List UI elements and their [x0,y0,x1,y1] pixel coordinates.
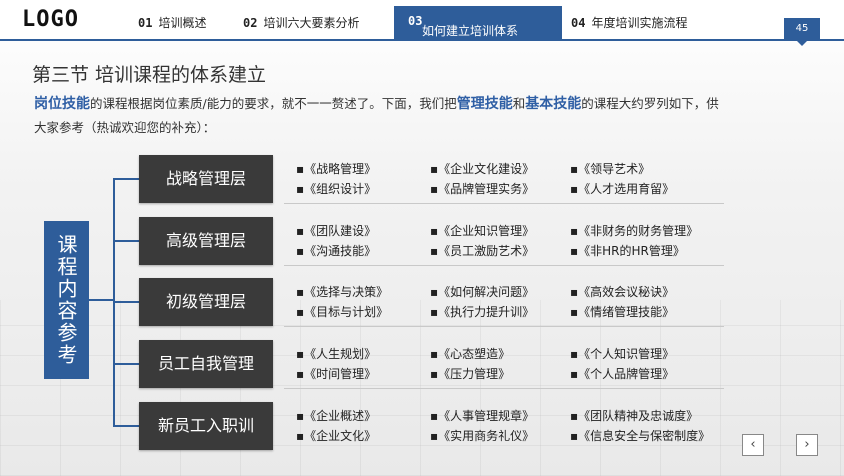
level-strategic: 战略管理层 [139,155,273,203]
tab-number: 03 [408,14,423,28]
tab-label: 培训概述 [158,16,207,30]
level-senior: 高级管理层 [139,217,273,265]
course-row: ▪《团队建设》 ▪《企业知识管理》 ▪《非财务的财务管理》 ▪《沟通技能》 ▪《… [284,217,724,266]
highlight-job-skills: 岗位技能 [34,96,90,112]
course-item: ▪《战略管理》 [296,162,377,176]
course-item: ▪《选择与决策》 [296,285,389,299]
prev-slide-button[interactable]: ‹ [742,434,764,456]
course-item: ▪《个人知识管理》 [570,347,675,361]
highlight-basic-skills: 基本技能 [525,96,582,112]
level-self-management: 员工自我管理 [139,340,273,388]
course-row: ▪《战略管理》 ▪《企业文化建设》 ▪《领导艺术》 ▪《组织设计》 ▪《品牌管理… [284,155,724,204]
course-item: ▪《实用商务礼仪》 [430,429,535,443]
connector-branch [113,178,139,180]
connector-branch [113,301,139,303]
desc-text-1: 的课程根据岗位素质/能力的要求，就不一一赘述了。下面，我们把 [90,96,457,111]
connector-branch [113,363,139,365]
top-nav-bar: LOGO 01 培训概述 02 培训六大要素分析 03 如何建立培训体系 04 年度培训… [0,0,844,40]
side-label-text: 课程内容参考 [54,234,78,366]
highlight-management-skills: 管理技能 [456,96,513,112]
tab-label: 培训六大要素分析 [263,16,360,30]
course-item: ▪《人生规划》 [296,347,377,361]
course-item: ▪《高效会议秘诀》 [570,285,675,299]
connector-branch [113,240,139,242]
course-item: ▪《目标与计划》 [296,305,389,319]
tab-overview[interactable]: 01 培训概述 [138,14,206,31]
connector-horizontal [89,299,113,301]
next-slide-button[interactable]: › [796,434,818,456]
course-item: ▪《品牌管理实务》 [430,182,535,196]
course-item: ▪《执行力提升训》 [430,305,535,319]
nav-underline [0,39,844,41]
description-text: 岗位技能的课程根据岗位素质/能力的要求，就不一一赘述了。下面，我们把管理技能和基… [34,92,724,139]
tab-number: 01 [138,16,153,30]
course-row: ▪《人生规划》 ▪《心态塑造》 ▪《个人知识管理》 ▪《时间管理》 ▪《压力管理… [284,340,724,389]
course-item: ▪《如何解决问题》 [430,285,535,299]
course-item: ▪《企业知识管理》 [430,224,535,238]
course-item: ▪《非财务的财务管理》 [570,224,699,238]
course-item: ▪《信息安全与保密制度》 [570,429,711,443]
connector-branch [113,425,139,427]
course-item: ▪《企业概述》 [296,409,377,423]
course-item: ▪《非HR的HR管理》 [570,244,685,258]
tab-number: 04 [571,16,586,30]
course-item: ▪《人才选用育留》 [570,182,675,196]
level-new-employee: 新员工入职训 [139,402,273,450]
course-item: ▪《员工激励艺术》 [430,244,535,258]
tab-annual-process[interactable]: 04 年度培训实施流程 [571,14,687,31]
course-item: ▪《压力管理》 [430,367,511,381]
course-item: ▪《时间管理》 [296,367,377,381]
course-item: ▪《人事管理规章》 [430,409,535,423]
tab-number: 02 [243,16,258,30]
tab-label: 年度培训实施流程 [591,16,688,30]
course-row: ▪《企业概述》 ▪《人事管理规章》 ▪《团队精神及忠诚度》 ▪《企业文化》 ▪《… [284,402,724,450]
course-item: ▪《团队建设》 [296,224,377,238]
course-item: ▪《心态塑造》 [430,347,511,361]
tab-build-system[interactable]: 03 如何建立培训体系 [394,6,562,39]
course-reference-label: 课程内容参考 [44,221,89,379]
tab-six-elements[interactable]: 02 培训六大要素分析 [243,14,359,31]
desc-text-2: 和 [512,96,526,111]
course-item: ▪《沟通技能》 [296,244,377,258]
page-number-badge: 45 [784,18,820,46]
tab-label: 如何建立培训体系 [422,24,519,38]
course-item: ▪《企业文化》 [296,429,377,443]
course-row: ▪《选择与决策》 ▪《如何解决问题》 ▪《高效会议秘诀》 ▪《目标与计划》 ▪《… [284,278,724,327]
logo: LOGO [22,7,79,32]
page-title: 第三节 培训课程的体系建立 [32,64,267,86]
course-item: ▪《企业文化建设》 [430,162,535,176]
level-junior: 初级管理层 [139,278,273,326]
course-item: ▪《个人品牌管理》 [570,367,675,381]
course-item: ▪《领导艺术》 [570,162,651,176]
course-item: ▪《组织设计》 [296,182,377,196]
course-item: ▪《团队精神及忠诚度》 [570,409,699,423]
course-item: ▪《情绪管理技能》 [570,305,675,319]
